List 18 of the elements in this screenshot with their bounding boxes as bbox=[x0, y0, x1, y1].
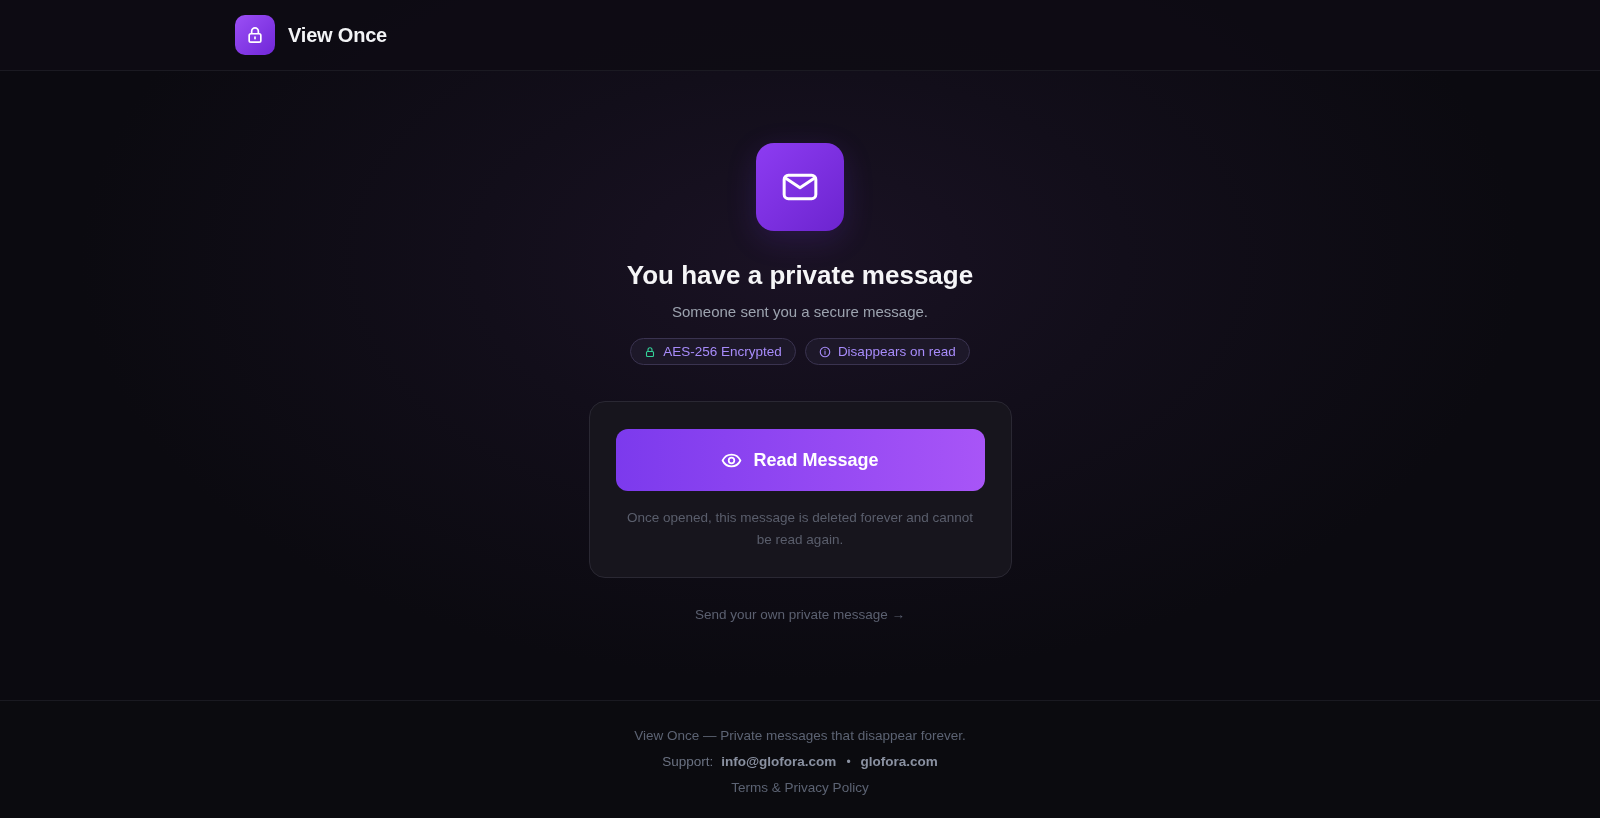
send-message-link[interactable]: Send your own private message → bbox=[694, 605, 906, 625]
lock-icon bbox=[644, 345, 657, 358]
envelope-icon bbox=[756, 143, 844, 231]
footer-tagline: View Once — Private messages that disappear forever. bbox=[634, 727, 966, 745]
badge-label: AES-256 Encrypted bbox=[663, 344, 782, 359]
info-icon bbox=[818, 345, 831, 358]
footer-link[interactable]: glofora.com bbox=[860, 749, 938, 775]
footer-link[interactable]: info@glofora.com bbox=[721, 749, 837, 775]
warning-note: Once opened, this message is deleted forever and cannot be read again. bbox=[626, 509, 974, 549]
brand-name[interactable]: View Once bbox=[288, 23, 387, 47]
support-label: Support: bbox=[662, 753, 714, 771]
lock-icon bbox=[235, 15, 275, 55]
read-message-button[interactable]: Read Message bbox=[615, 429, 985, 491]
page-title: You have a private message bbox=[626, 259, 974, 291]
separator-dot: • bbox=[845, 754, 852, 771]
subtitle: Someone sent you a secure message. bbox=[672, 302, 928, 322]
badge-label: Disappears on read bbox=[837, 344, 956, 359]
policy-link[interactable]: Terms & Privacy Policy bbox=[731, 775, 869, 801]
